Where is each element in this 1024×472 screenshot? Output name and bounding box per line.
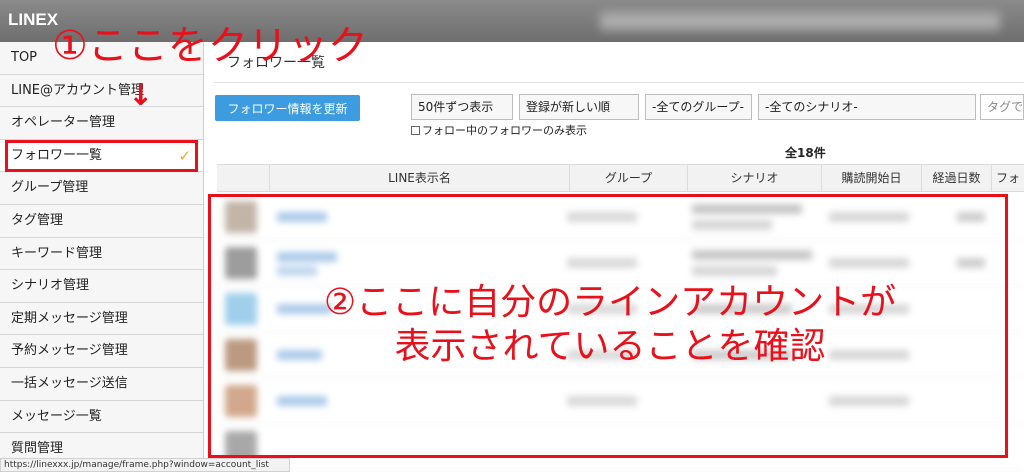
sidebar-item-scenarios[interactable]: シナリオ管理	[0, 270, 203, 303]
header-avatar-col	[217, 165, 269, 192]
header-start-date[interactable]: 購読開始日	[821, 165, 921, 192]
per-page-select[interactable]: 50件ずつ表示	[411, 94, 513, 120]
arrow-down-icon: ↓	[128, 78, 154, 113]
sidebar-item-scheduled-messages[interactable]: 予約メッセージ管理	[0, 335, 203, 368]
brand-logo[interactable]: LINEX	[8, 10, 58, 30]
highlight-box-followers	[5, 140, 198, 172]
sort-select[interactable]: 登録が新しい順	[519, 94, 639, 120]
sidebar-item-periodic-messages[interactable]: 定期メッセージ管理	[0, 303, 203, 336]
refresh-followers-button[interactable]: フォロワー情報を更新	[215, 95, 360, 121]
follow-only-checkbox[interactable]: フォロー中のフォロワーのみ表示	[411, 122, 587, 138]
sidebar-item-keywords[interactable]: キーワード管理	[0, 238, 203, 271]
sidebar-item-operators[interactable]: オペレーター管理	[0, 107, 203, 140]
step1-annotation: ①ここをクリック	[52, 23, 368, 69]
header-follow[interactable]: フォ	[991, 165, 1024, 192]
blurred-account-info	[600, 12, 1000, 30]
header-elapsed-days[interactable]: 経過日数	[921, 165, 991, 192]
sidebar-item-bulk-send[interactable]: 一括メッセージ送信	[0, 368, 203, 401]
step2-annotation-line2: 表示されていることを確認	[394, 326, 826, 367]
follow-only-label: フォロー中のフォロワーのみ表示	[422, 124, 587, 137]
sidebar-item-groups[interactable]: グループ管理	[0, 172, 203, 205]
divider	[213, 82, 1024, 83]
step2-annotation-line1: ②ここに自分のラインアカウントが	[323, 282, 897, 323]
header-scenario[interactable]: シナリオ	[687, 165, 821, 192]
sidebar-item-tags[interactable]: タグ管理	[0, 205, 203, 238]
header-display-name[interactable]: LINE表示名	[269, 165, 569, 192]
sidebar-item-message-list[interactable]: メッセージ一覧	[0, 401, 203, 434]
group-select[interactable]: -全てのグループ-	[645, 94, 752, 120]
tag-search-input[interactable]: タグで検	[980, 94, 1024, 120]
header-group[interactable]: グループ	[569, 165, 687, 192]
checkbox-icon[interactable]	[411, 126, 420, 135]
table-header: LINE表示名 グループ シナリオ 購読開始日 経過日数 フォ	[217, 164, 1024, 192]
scenario-select[interactable]: -全てのシナリオ-	[758, 94, 976, 120]
sidebar: TOP LINE@アカウント管理 オペレーター管理 フォロワー一覧 ✓ グループ…	[0, 42, 204, 472]
sidebar-item-line-account[interactable]: LINE@アカウント管理	[0, 75, 203, 108]
total-count: 全18件	[785, 146, 826, 160]
status-bar-url: https://linexxx.jp/manage/frame.php?wind…	[0, 458, 290, 472]
